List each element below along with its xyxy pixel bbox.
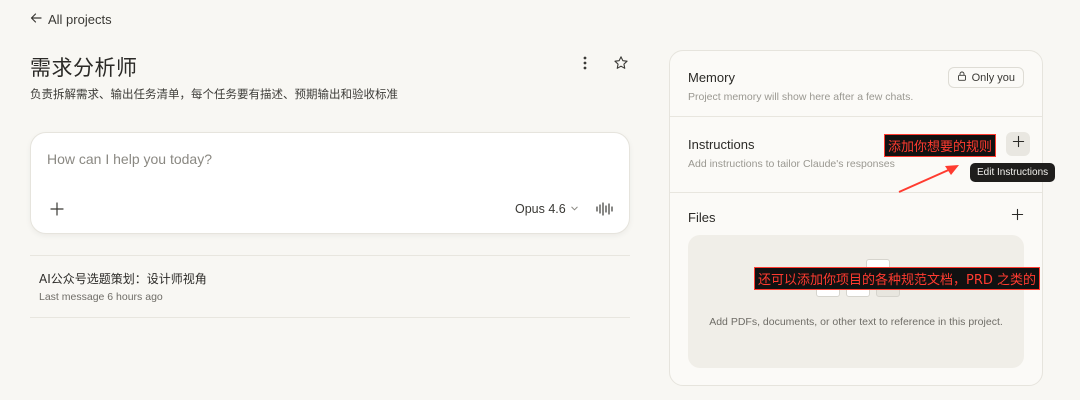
star-project-button[interactable] (610, 54, 632, 76)
more-options-button[interactable] (574, 54, 596, 76)
plus-icon (1012, 135, 1025, 153)
files-title: Files (688, 210, 716, 225)
project-side-panel: Memory Project memory will show here aft… (669, 50, 1056, 386)
back-to-projects-link[interactable]: All projects (30, 12, 112, 27)
vertical-ellipsis-icon (577, 55, 593, 76)
visibility-label: Only you (971, 71, 1015, 84)
project-page: All projects 需求分析师 负责拆解需求、输出任务清单，每个任务要有描… (0, 0, 1080, 400)
visibility-badge[interactable]: Only you (947, 67, 1024, 88)
memory-section: Memory Project memory will show here aft… (670, 51, 1042, 117)
instructions-annotation: 添加你想要的规则 (884, 134, 997, 157)
file-drop-zone[interactable]: Add PDFs, documents, or other text to re… (688, 235, 1024, 368)
waveform-icon (595, 202, 615, 221)
model-selector[interactable]: Opus 4.6 (515, 202, 579, 216)
model-name: Opus 4.6 (515, 202, 566, 216)
memory-subtitle: Project memory will show here after a fe… (688, 91, 914, 103)
chat-input-placeholder[interactable]: How can I help you today? (47, 151, 212, 167)
back-link-label: All projects (48, 12, 112, 27)
voice-input-button[interactable] (595, 201, 615, 217)
project-title: 需求分析师 (30, 56, 138, 80)
files-empty-text: Add PDFs, documents, or other text to re… (709, 316, 1003, 328)
conversation-title: AI公众号选题策划：设计师视角 (39, 272, 207, 286)
project-description: 负责拆解需求、输出任务清单，每个任务要有描述、预期输出和验收标准 (30, 87, 398, 101)
project-actions (574, 54, 632, 76)
arrow-left-icon (30, 12, 42, 27)
conversation-item[interactable]: AI公众号选题策划：设计师视角 Last message 6 hours ago (30, 256, 630, 317)
edit-instructions-tooltip: Edit Instructions (970, 163, 1056, 182)
conversation-timestamp: Last message 6 hours ago (39, 291, 163, 303)
lock-icon (957, 71, 967, 84)
files-annotation: 还可以添加你项目的各种规范文档，PRD 之类的 (754, 267, 1041, 290)
conversation-list: AI公众号选题策划：设计师视角 Last message 6 hours ago (30, 255, 630, 318)
add-files-button[interactable] (1005, 205, 1029, 229)
chevron-down-icon (570, 202, 579, 216)
edit-instructions-button[interactable] (1006, 132, 1030, 156)
star-icon (613, 55, 629, 76)
plus-icon (1011, 208, 1024, 226)
instructions-title: Instructions (688, 137, 755, 152)
chat-input-box[interactable]: How can I help you today? Opus 4.6 (30, 132, 630, 234)
memory-title: Memory (688, 70, 735, 85)
plus-icon (49, 202, 65, 221)
add-attachment-button[interactable] (49, 201, 65, 217)
instructions-subtitle: Add instructions to tailor Claude's resp… (688, 158, 895, 170)
annotation-arrow-icon (898, 165, 959, 193)
